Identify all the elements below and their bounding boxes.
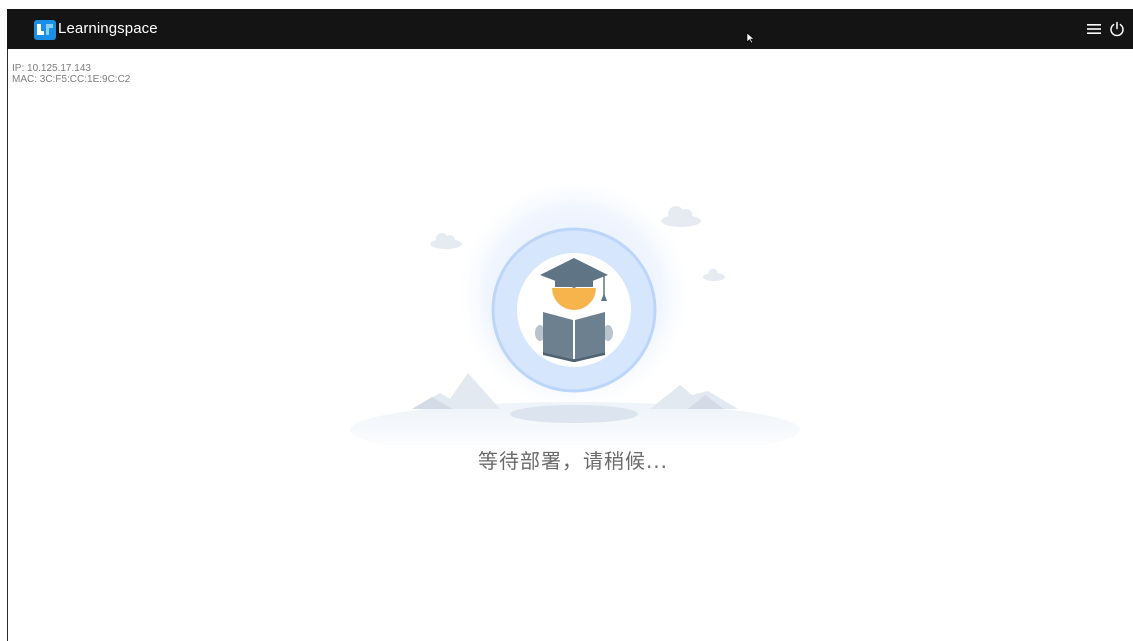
power-icon[interactable]	[1109, 21, 1125, 37]
device-network-info: IP: 10.125.17.143 MAC: 3C:F5:CC:1E:9C:C2	[12, 63, 130, 85]
deployment-status-message: 等待部署，请稍候...	[477, 449, 669, 473]
window-left-border	[7, 9, 8, 641]
app-window: Learningspace IP: 10.125.17.143 MAC: 3C:…	[0, 0, 1133, 641]
pedestal-ellipse	[510, 405, 638, 423]
mac-address: MAC: 3C:F5:CC:1E:9C:C2	[12, 74, 131, 85]
cloud-right	[703, 268, 725, 281]
ip-address: IP: 10.125.17.143	[12, 63, 91, 74]
top-navigation-bar: Learningspace	[7, 9, 1133, 49]
learningspace-logo-icon	[34, 20, 56, 40]
cloud-left	[430, 233, 462, 249]
brand-name: Learningspace	[58, 20, 158, 37]
top-margin	[0, 0, 1133, 9]
hamburger-menu-icon[interactable]	[1087, 22, 1101, 36]
mouse-pointer-icon	[746, 32, 755, 44]
cloud-top-right	[661, 206, 701, 227]
graduate-reading-book-illustration	[350, 185, 800, 445]
